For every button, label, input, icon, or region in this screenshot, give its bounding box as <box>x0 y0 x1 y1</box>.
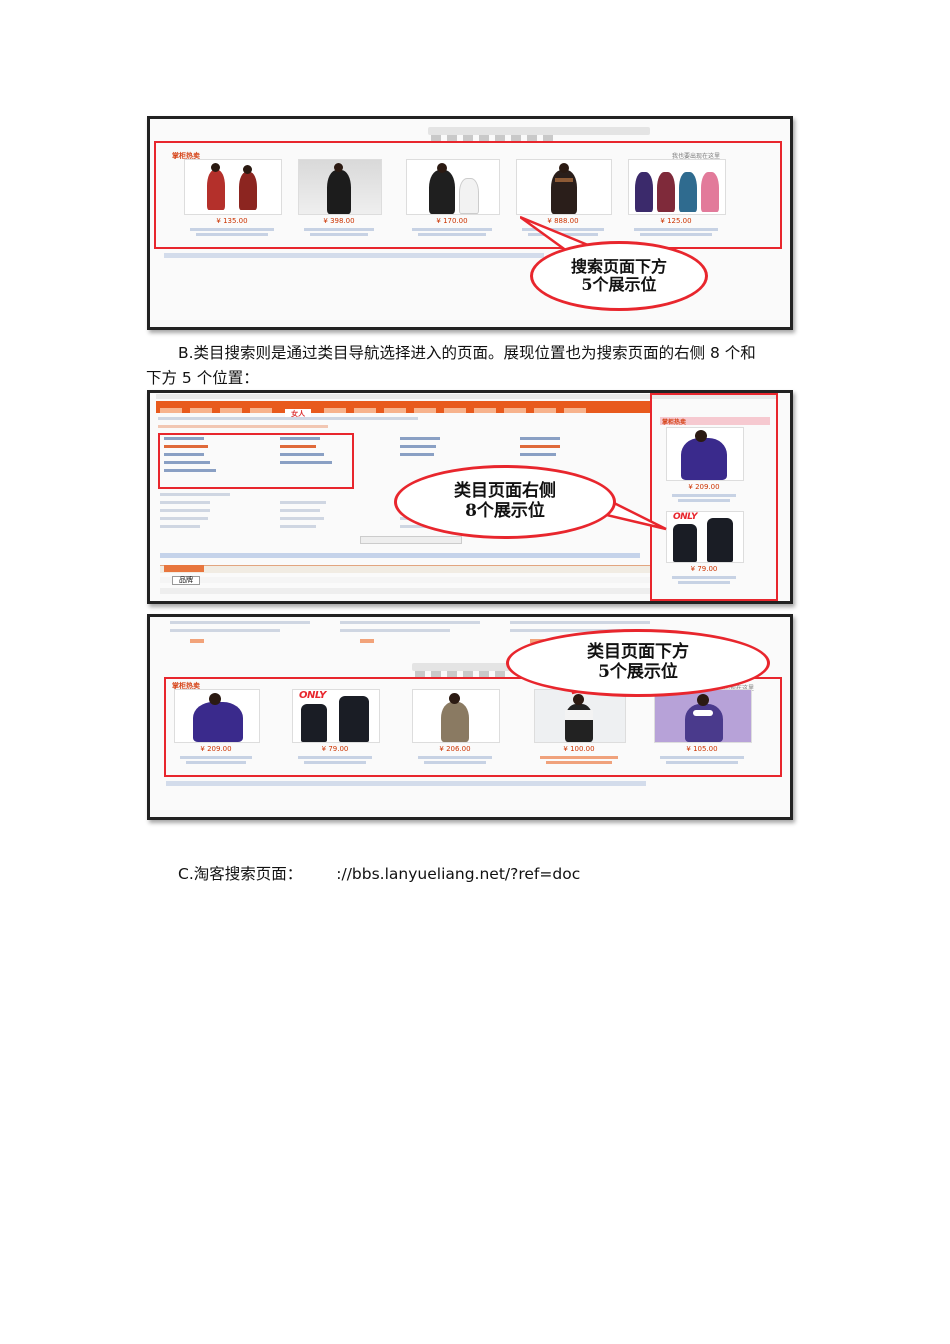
product-price: ¥ 209.00 <box>200 745 232 753</box>
callout-line: 8个展示位 <box>465 501 545 521</box>
sort-tabs[interactable] <box>160 565 650 573</box>
callout-line: 类目页面右侧 <box>454 481 556 502</box>
paragraph-b-line1: B.类目搜索则是通过类目导航选择进入的页面。展现位置也为搜索页面的右侧 8 个和 <box>178 344 756 362</box>
paragraph-b-line2: 下方 5 个位置： <box>146 369 259 387</box>
screenshot-category-right: 女人 品牌 掌柜热卖 ¥ 209.00 ONLY ¥ 79.00 类目页面右侧 … <box>147 390 793 604</box>
paragraph-c-url[interactable]: ://bbs.lanyueliang.net/?ref=doc <box>336 865 580 883</box>
only-logo: ONLY <box>673 512 698 522</box>
more-brands-button[interactable] <box>360 536 462 544</box>
product-card[interactable]: ¥ 100.00 <box>534 689 626 764</box>
related-search-row[interactable] <box>164 253 544 258</box>
callout-line: 搜索页面下方 <box>570 256 667 276</box>
category-nav-bar[interactable]: 女人 <box>156 401 652 419</box>
side-product-card[interactable]: ONLY ¥ 79.00 <box>666 511 744 584</box>
product-card[interactable]: ¥ 209.00 <box>174 689 260 764</box>
related-search-row[interactable] <box>166 781 646 786</box>
product-price: ¥ 105.00 <box>686 745 718 753</box>
pagination-bar[interactable] <box>428 127 650 141</box>
product-price: ¥ 125.00 <box>660 217 692 225</box>
product-card[interactable]: ONLY ¥ 79.00 <box>292 689 380 764</box>
paragraph-c-label: C.淘客搜索页面： <box>178 865 303 883</box>
screenshot-category-bottom: 掌柜热卖 我也要出现在这里 ¥ 209.00 ONLY ¥ 79.00 ¥ 20… <box>147 614 793 820</box>
screenshot-search-bottom: 掌柜热卖 我也要出现在这里 ¥ 135.00 ¥ 398.00 ¥ 170.00 <box>147 116 793 330</box>
product-card[interactable]: ¥ 135.00 <box>184 159 282 236</box>
product-price: ¥ 100.00 <box>563 745 595 753</box>
product-card[interactable]: ¥ 125.00 <box>628 159 726 236</box>
side-product-card[interactable]: ¥ 209.00 <box>666 427 744 502</box>
paragraph-c: C.淘客搜索页面： ://bbs.lanyueliang.net/?ref=doc <box>178 862 778 887</box>
product-card[interactable]: ¥ 105.00 <box>654 689 752 764</box>
only-logo: ONLY <box>299 690 326 701</box>
product-card[interactable]: ¥ 206.00 <box>412 689 500 764</box>
callout-line: 类目页面下方 <box>587 642 689 663</box>
product-price: ¥ 135.00 <box>216 217 248 225</box>
callout-line: 5个展示位 <box>598 662 678 682</box>
product-price: ¥ 79.00 <box>321 745 349 753</box>
search-input[interactable]: 品牌 <box>172 576 200 585</box>
product-price: ¥ 398.00 <box>323 217 355 225</box>
callout-search-bottom: 搜索页面下方 5个展示位 <box>530 241 708 311</box>
filter-bar[interactable] <box>160 588 650 594</box>
callout-line: 5个展示位 <box>581 275 657 294</box>
side-promo-tag: 掌柜热卖 <box>662 419 687 426</box>
product-card[interactable]: ¥ 170.00 <box>406 159 500 236</box>
related-search-row[interactable] <box>160 553 640 558</box>
product-price: ¥ 206.00 <box>439 745 471 753</box>
callout-category-bottom: 类目页面下方 5个展示位 <box>506 629 770 697</box>
product-price: ¥ 209.00 <box>688 483 720 491</box>
product-price: ¥ 79.00 <box>690 565 718 573</box>
paragraph-b: B.类目搜索则是通过类目导航选择进入的页面。展现位置也为搜索页面的右侧 8 个和… <box>146 341 846 391</box>
product-price: ¥ 170.00 <box>436 217 468 225</box>
callout-category-right: 类目页面右侧 8个展示位 <box>394 465 616 539</box>
product-card[interactable]: ¥ 398.00 <box>298 159 382 236</box>
